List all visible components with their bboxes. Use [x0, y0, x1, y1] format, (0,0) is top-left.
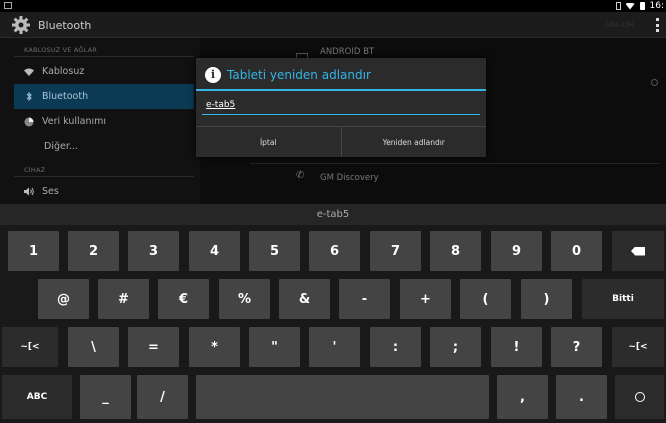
sidebar-item-label: Diğer...	[44, 141, 78, 152]
dialog-buttons: İptal Yeniden adlandır	[196, 126, 486, 157]
search-devices-button[interactable]: ARA CİH.	[605, 21, 636, 29]
key-5[interactable]: 5	[249, 231, 300, 271]
settings-list: KABLOSUZ VE AĞLAR Kablosuz Bluetooth Ver…	[0, 38, 200, 204]
device-name-input[interactable]: e-tab5	[202, 95, 480, 115]
device-name[interactable]: ANDROID BT	[320, 47, 374, 57]
rename-button[interactable]: Yeniden adlandır	[340, 127, 487, 157]
emoji-key[interactable]	[615, 375, 664, 419]
key-exclamation[interactable]: !	[491, 327, 542, 367]
cancel-button[interactable]: İptal	[196, 127, 341, 157]
key-open-paren[interactable]: (	[460, 279, 511, 319]
sidebar-item-data-usage[interactable]: Veri kullanımı	[14, 109, 194, 134]
sim-icon	[615, 2, 621, 10]
sidebar-item-sound[interactable]: Ses	[14, 179, 194, 204]
backspace-key[interactable]	[612, 231, 664, 271]
overflow-menu-icon[interactable]	[656, 18, 660, 32]
clock: 16:	[649, 1, 664, 11]
key-comma[interactable]: ,	[497, 375, 548, 419]
key-backslash[interactable]: \	[68, 327, 119, 367]
key-4[interactable]: 4	[189, 231, 240, 271]
wifi-signal-icon	[625, 2, 635, 10]
key-0[interactable]: 0	[551, 231, 602, 271]
battery-icon	[639, 2, 645, 10]
key-period[interactable]: .	[556, 375, 607, 419]
visibility-checkbox[interactable]	[651, 79, 658, 86]
wifi-icon	[24, 67, 34, 77]
backspace-icon	[631, 246, 645, 256]
key-equals[interactable]: =	[128, 327, 179, 367]
key-2[interactable]: 2	[68, 231, 119, 271]
abc-key[interactable]: ABC	[2, 375, 72, 419]
data-usage-icon	[24, 117, 34, 127]
rename-dialog: i Tableti yeniden adlandır e-tab5 İptal …	[196, 58, 486, 157]
key-close-paren[interactable]: )	[521, 279, 572, 319]
page-title: Bluetooth	[38, 19, 92, 32]
key-underscore[interactable]: _	[80, 375, 131, 419]
sidebar-item-label: Ses	[42, 186, 59, 197]
sidebar-item-wifi[interactable]: Kablosuz	[14, 59, 194, 84]
dialog-header: i Tableti yeniden adlandır	[196, 58, 486, 91]
settings-gear-icon[interactable]	[11, 15, 31, 35]
notification-icon	[4, 2, 12, 9]
key-slash[interactable]: /	[137, 375, 188, 419]
key-double-quote[interactable]: "	[249, 327, 300, 367]
key-3[interactable]: 3	[128, 231, 179, 271]
space-key[interactable]	[196, 375, 489, 419]
key-plus[interactable]: +	[400, 279, 451, 319]
action-bar: Bluetooth ARA CİH.	[0, 12, 666, 38]
key-question[interactable]: ?	[551, 327, 602, 367]
sidebar-item-more[interactable]: Diğer...	[14, 134, 194, 159]
section-header-wireless: KABLOSUZ VE AĞLAR	[24, 46, 97, 54]
key-semicolon[interactable]: ;	[430, 327, 481, 367]
divider	[14, 176, 194, 177]
bluetooth-icon	[24, 92, 34, 102]
key-8[interactable]: 8	[430, 231, 481, 271]
key-asterisk[interactable]: *	[189, 327, 240, 367]
sidebar-item-label: Veri kullanımı	[42, 116, 107, 127]
divider	[14, 56, 194, 57]
key-hash[interactable]: #	[98, 279, 149, 319]
emoji-icon	[634, 392, 645, 402]
done-key[interactable]: Bitti	[582, 279, 664, 319]
key-at[interactable]: @	[38, 279, 89, 319]
sidebar-item-bluetooth[interactable]: Bluetooth	[14, 84, 194, 109]
sidebar-item-label: Bluetooth	[42, 91, 89, 102]
status-bar: 16:	[0, 0, 666, 12]
section-header-device: CİHAZ	[24, 166, 46, 174]
paired-device-name[interactable]: GM Discovery	[320, 173, 379, 183]
key-9[interactable]: 9	[491, 231, 542, 271]
soft-keyboard: e-tab5 1 2 3 4 5 6 7 8 9 0 @ # € % & - +…	[0, 204, 666, 423]
sidebar-item-label: Kablosuz	[42, 66, 85, 77]
keyboard-preview: e-tab5	[0, 204, 666, 225]
status-icons: 16:	[615, 0, 664, 12]
key-minus[interactable]: -	[339, 279, 390, 319]
key-single-quote[interactable]: '	[309, 327, 360, 367]
dialog-title: Tableti yeniden adlandır	[227, 68, 371, 82]
phone-icon: ✆	[296, 170, 305, 181]
more-symbols-key-left[interactable]: ~[<	[2, 327, 58, 367]
volume-icon	[24, 187, 34, 197]
key-6[interactable]: 6	[309, 231, 360, 271]
key-percent[interactable]: %	[219, 279, 270, 319]
more-symbols-key-right[interactable]: ~[<	[612, 327, 664, 367]
key-euro[interactable]: €	[158, 279, 209, 319]
key-ampersand[interactable]: &	[279, 279, 330, 319]
input-value: e-tab5	[206, 100, 236, 110]
divider	[250, 163, 660, 164]
key-7[interactable]: 7	[370, 231, 421, 271]
key-colon[interactable]: :	[370, 327, 421, 367]
key-1[interactable]: 1	[8, 231, 59, 271]
info-icon: i	[205, 67, 221, 83]
